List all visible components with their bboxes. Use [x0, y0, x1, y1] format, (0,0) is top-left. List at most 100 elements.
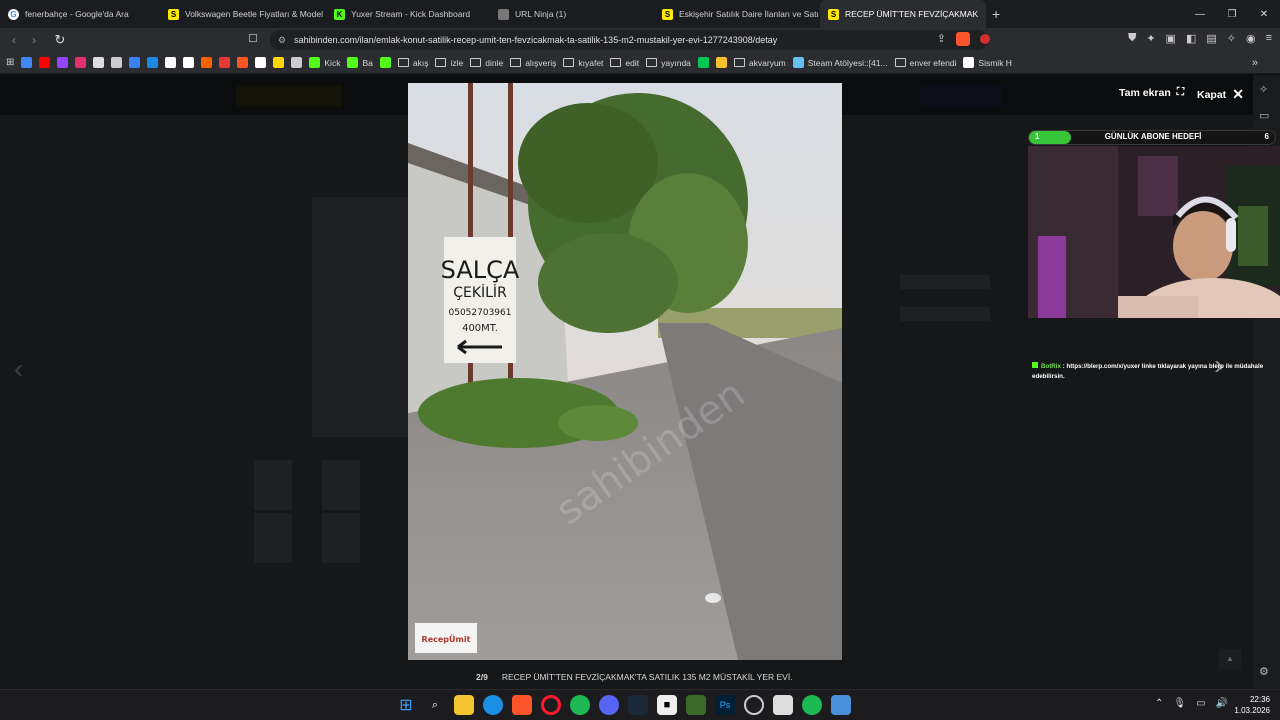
reload-button[interactable]: ↻: [50, 32, 70, 48]
brave-icon[interactable]: [512, 695, 532, 715]
bookmark-item[interactable]: [21, 57, 33, 68]
bookmark-item[interactable]: [93, 57, 105, 68]
bookmark-item[interactable]: [201, 57, 213, 68]
bookmark-item[interactable]: [273, 57, 285, 68]
tab-title: fenerbahçe - Google'da Ara: [25, 9, 129, 19]
tab-title: RECEP ÜMİT'TEN FEVZİÇAKMAK: [845, 9, 979, 19]
menu-icon[interactable]: ≡: [1266, 32, 1272, 45]
maximize-button[interactable]: ❐: [1216, 9, 1248, 20]
bookmark-item[interactable]: [237, 57, 249, 68]
fullscreen-button[interactable]: Tam ekran ⛶: [1119, 86, 1184, 99]
notepad-icon[interactable]: [773, 695, 793, 715]
bookmark-item[interactable]: Sismik H: [963, 57, 1012, 68]
bookmark-item[interactable]: alışveriş: [510, 58, 556, 68]
close-lightbox-button[interactable]: Kapat ✕: [1197, 86, 1244, 103]
pin-icon[interactable]: ✧: [1259, 83, 1268, 96]
bookmark-item[interactable]: izle: [435, 58, 463, 68]
clock[interactable]: 22:36 1.03.2026: [1234, 694, 1270, 716]
spotify-icon[interactable]: [802, 695, 822, 715]
opera-icon[interactable]: [541, 695, 561, 715]
rewards-icon[interactable]: [980, 34, 990, 44]
browser-tab[interactable]: URL Ninja (1): [490, 0, 654, 28]
bookmark-label: Kick: [324, 57, 341, 68]
bookmark-item[interactable]: [111, 57, 123, 68]
bookmark-label: edit: [625, 57, 640, 68]
scroll-to-top-button[interactable]: ▲: [1219, 649, 1241, 669]
wallet-icon[interactable]: ▣: [1166, 32, 1176, 45]
bookmark-item[interactable]: [255, 57, 267, 68]
bookmark-item[interactable]: kıyafet: [563, 58, 603, 68]
bookmark-item[interactable]: [165, 57, 177, 68]
bookmark-item[interactable]: Kick: [309, 57, 340, 68]
ghost-thumb: [322, 513, 360, 563]
game-icon[interactable]: [686, 695, 706, 715]
bookmark-item[interactable]: enver efendi: [894, 58, 956, 68]
browser-tab-active[interactable]: S RECEP ÜMİT'TEN FEVZİÇAKMAK ✕: [820, 0, 986, 28]
bookmark-item[interactable]: [147, 57, 159, 68]
bookmark-item[interactable]: Ba: [347, 57, 373, 68]
bookmark-item[interactable]: akış: [397, 58, 428, 68]
edge-icon[interactable]: [483, 695, 503, 715]
bookmark-page-icon[interactable]: ☐: [248, 32, 258, 45]
bookmark-item[interactable]: [219, 57, 231, 68]
settings-icon[interactable]: ⚙: [1259, 665, 1269, 678]
chat-text: : https://blerp.com/x/yuxer linke tıklay…: [1032, 363, 1264, 380]
bookmark-item[interactable]: [697, 57, 709, 68]
bookmark-item[interactable]: akvaryum: [733, 58, 786, 68]
ai-icon[interactable]: ✧: [1227, 32, 1236, 45]
bookmark-item[interactable]: yayında: [646, 58, 691, 68]
bookmark-item[interactable]: [39, 57, 51, 68]
discord-icon[interactable]: [599, 695, 619, 715]
browser-tab[interactable]: S Eskişehir Satılık Daire İlanları ve Sa…: [654, 0, 820, 28]
ghost-phone: [900, 307, 990, 321]
instagram-icon: [75, 57, 87, 68]
previous-photo-button[interactable]: ‹: [14, 353, 23, 385]
tray-chevron-icon[interactable]: ⌃: [1155, 698, 1163, 709]
vpn-icon[interactable]: ◉: [1246, 32, 1256, 45]
steam-icon[interactable]: [628, 695, 648, 715]
windows-start-icon[interactable]: ⊞: [396, 695, 416, 715]
bookmark-item[interactable]: [291, 57, 303, 68]
bookmark-item[interactable]: dinle: [470, 58, 503, 68]
shield-icon[interactable]: ⛊: [1128, 32, 1136, 45]
wallet2-icon[interactable]: ▤: [1206, 32, 1216, 45]
panel-icon[interactable]: ▭: [1259, 109, 1269, 122]
volume-icon[interactable]: 🔊: [1216, 698, 1228, 709]
tab-title: Volkswagen Beetle Fiyatları & Model: [185, 9, 323, 19]
network-icon[interactable]: ▭: [1196, 698, 1205, 709]
bookmark-item[interactable]: [129, 57, 141, 68]
bookmark-item[interactable]: [57, 57, 69, 68]
spotify-icon[interactable]: [570, 695, 590, 715]
url-text: sahibinden.com/ilan/emlak-konut-satilik-…: [294, 35, 778, 45]
search-icon[interactable]: ⌕: [425, 695, 445, 715]
browser-tab[interactable]: S Volkswagen Beetle Fiyatları & Model: [160, 0, 326, 28]
share-icon[interactable]: ⇪: [937, 32, 946, 46]
brave-shield-icon[interactable]: [956, 32, 970, 46]
bookmark-item[interactable]: [715, 57, 727, 68]
app-icon[interactable]: ■: [657, 695, 677, 715]
bookmark-item[interactable]: edit: [610, 58, 639, 68]
window-close-button[interactable]: ✕: [1248, 9, 1280, 20]
apps-grid-icon[interactable]: ⊞: [6, 57, 14, 68]
file-explorer-icon[interactable]: [454, 695, 474, 715]
forward-button[interactable]: ›: [24, 33, 44, 47]
address-field[interactable]: ⚙ sahibinden.com/ilan/emlak-konut-satili…: [270, 30, 988, 50]
browser-tab[interactable]: K Yuxer Stream - Kick Dashboard: [326, 0, 490, 28]
photoshop-icon[interactable]: Ps: [715, 695, 735, 715]
bookmark-item[interactable]: Steam Atölyesi::[41...: [792, 57, 888, 68]
browser-tab[interactable]: G fenerbahçe - Google'da Ara: [0, 0, 160, 28]
bookmark-item[interactable]: [379, 57, 391, 68]
more-bookmarks-icon[interactable]: »: [1252, 57, 1258, 69]
site-info-icon[interactable]: ⚙: [278, 35, 286, 46]
settings-app-icon[interactable]: [831, 695, 851, 715]
tab-title: URL Ninja (1): [515, 9, 567, 19]
back-button[interactable]: ‹: [4, 33, 24, 47]
minimize-button[interactable]: —: [1184, 9, 1216, 20]
microphone-icon[interactable]: 🎙: [1173, 698, 1186, 709]
puzzle-icon[interactable]: ✦: [1146, 32, 1155, 45]
sidebar-icon[interactable]: ◧: [1186, 32, 1196, 45]
bookmark-item[interactable]: [75, 57, 87, 68]
bookmark-item[interactable]: [183, 57, 195, 68]
obs-icon[interactable]: [744, 695, 764, 715]
new-tab-button[interactable]: +: [986, 6, 1006, 22]
